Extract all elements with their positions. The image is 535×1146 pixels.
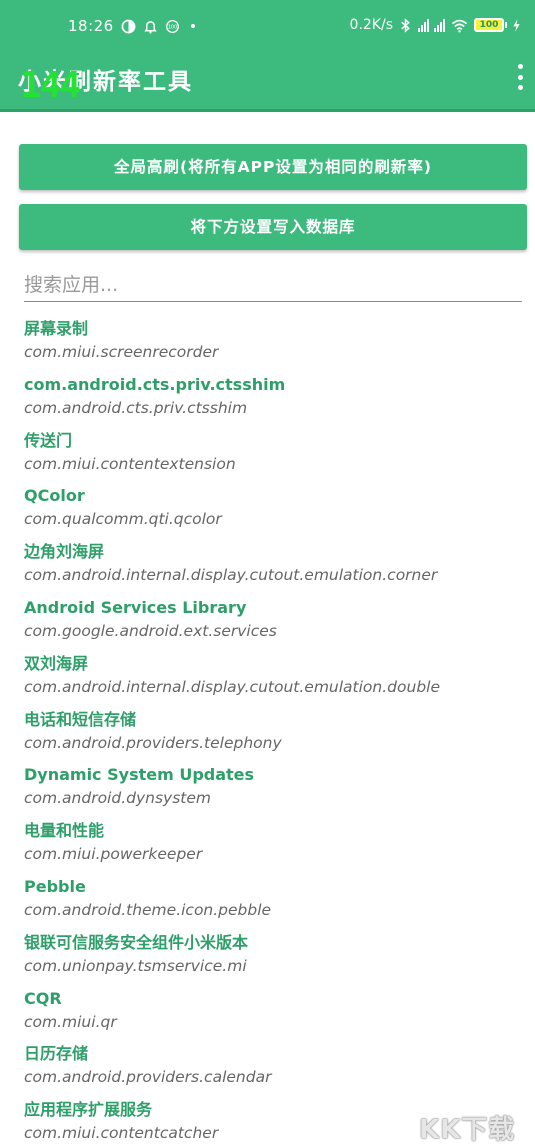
app-name: 电量和性能 (24, 821, 105, 841)
app-package: com.miui.contentextension (24, 454, 236, 473)
wifi-icon (451, 19, 468, 33)
network-speed: 0.2K/s (349, 17, 393, 33)
app-name: CQR (24, 988, 62, 1008)
status-bar: 18:26 100 0.2K/s 100 (0, 0, 535, 56)
app-name: 边角刘海屏 (24, 542, 105, 562)
more-notifications-dot (190, 24, 195, 28)
list-item[interactable]: QColor com.qualcomm.qti.qcolor (24, 484, 529, 540)
list-item[interactable]: Pebble com.android.theme.icon.pebble (24, 875, 529, 931)
app-name: QColor (24, 486, 85, 506)
search-input[interactable] (24, 270, 522, 300)
app-package: com.android.dynsystem (24, 789, 211, 808)
svg-text:100: 100 (167, 24, 177, 30)
bluetooth-icon (401, 17, 410, 33)
app-package: com.qualcomm.qti.qcolor (24, 510, 222, 529)
list-item[interactable]: Dynamic System Updates com.android.dynsys… (24, 763, 529, 819)
signal-hd-1-icon (418, 18, 429, 32)
app-package: com.android.internal.display.cutout.emul… (24, 677, 440, 696)
battery-icon: 100 (474, 18, 507, 32)
list-item[interactable]: CQR com.miui.qr (24, 987, 529, 1043)
app-package: com.android.providers.telephony (24, 733, 282, 752)
app-package: com.android.providers.calendar (24, 1068, 272, 1087)
app-package: com.google.android.ext.services (24, 621, 277, 640)
more-vert-icon[interactable] (513, 64, 527, 90)
app-name: 银联可信服务安全组件小米版本 (24, 932, 249, 952)
list-item[interactable]: 双刘海屏 com.android.internal.display.cutout.… (24, 652, 529, 708)
app-package: com.miui.qr (24, 1012, 117, 1031)
signal-hd-2-icon (434, 18, 445, 32)
list-item[interactable]: 传送门 com.miui.contentextension (24, 429, 529, 485)
list-item[interactable]: 银联可信服务安全组件小米版本 com.unionpay.tsmservice.mi (24, 931, 529, 987)
write-database-button[interactable]: 将下方设置写入数据库 (19, 204, 527, 250)
app-package: com.miui.powerkeeper (24, 845, 203, 864)
mode-icon (121, 19, 136, 33)
app-name: Pebble (24, 876, 86, 896)
app-bar: 18:26 100 0.2K/s 100 小米刷新率工具 144 (0, 0, 535, 112)
app-name: 日历存储 (24, 1044, 89, 1064)
list-item[interactable]: 边角刘海屏 com.android.internal.display.cutout… (24, 540, 529, 596)
app-name: Android Services Library (24, 597, 247, 617)
app-package: com.unionpay.tsmservice.mi (24, 956, 247, 975)
fps-overlay: 144 (20, 65, 81, 106)
charging-icon (513, 18, 520, 32)
status-time: 18:26 (68, 17, 114, 35)
app-name: Dynamic System Updates (24, 765, 255, 785)
search-field[interactable] (24, 270, 522, 302)
badge-100-icon: 100 (165, 19, 179, 33)
app-package: com.android.theme.icon.pebble (24, 900, 272, 919)
app-list[interactable]: 屏幕录制 com.miui.screenrecorder com.android.… (24, 317, 529, 1146)
app-package: com.android.internal.display.cutout.emul… (24, 566, 438, 585)
app-name: com.android.cts.priv.ctsshim (24, 374, 286, 394)
app-name: 屏幕录制 (24, 319, 89, 338)
list-item[interactable]: 电量和性能 com.miui.powerkeeper (24, 819, 529, 875)
app-package: com.android.cts.priv.ctsshim (24, 398, 248, 417)
list-item[interactable]: 电话和短信存储 com.android.providers.telephony (24, 708, 529, 764)
list-item[interactable]: 屏幕录制 com.miui.screenrecorder (24, 317, 529, 373)
list-item[interactable]: 日历存储 com.android.providers.calendar (24, 1042, 529, 1098)
battery-level: 100 (474, 18, 504, 32)
app-name: 电话和短信存储 (24, 709, 137, 729)
app-name: 双刘海屏 (24, 653, 89, 673)
list-item[interactable]: Android Services Library com.google.andro… (24, 596, 529, 652)
global-refresh-button[interactable]: 全局高刷(将所有APP设置为相同的刷新率) (19, 144, 527, 190)
notification-icon (144, 20, 157, 34)
app-name: 传送门 (24, 430, 73, 450)
app-package: com.miui.screenrecorder (24, 343, 219, 361)
list-item[interactable]: com.android.cts.priv.ctsshim com.android.… (24, 373, 529, 429)
watermark: KK下载 (419, 1115, 516, 1145)
